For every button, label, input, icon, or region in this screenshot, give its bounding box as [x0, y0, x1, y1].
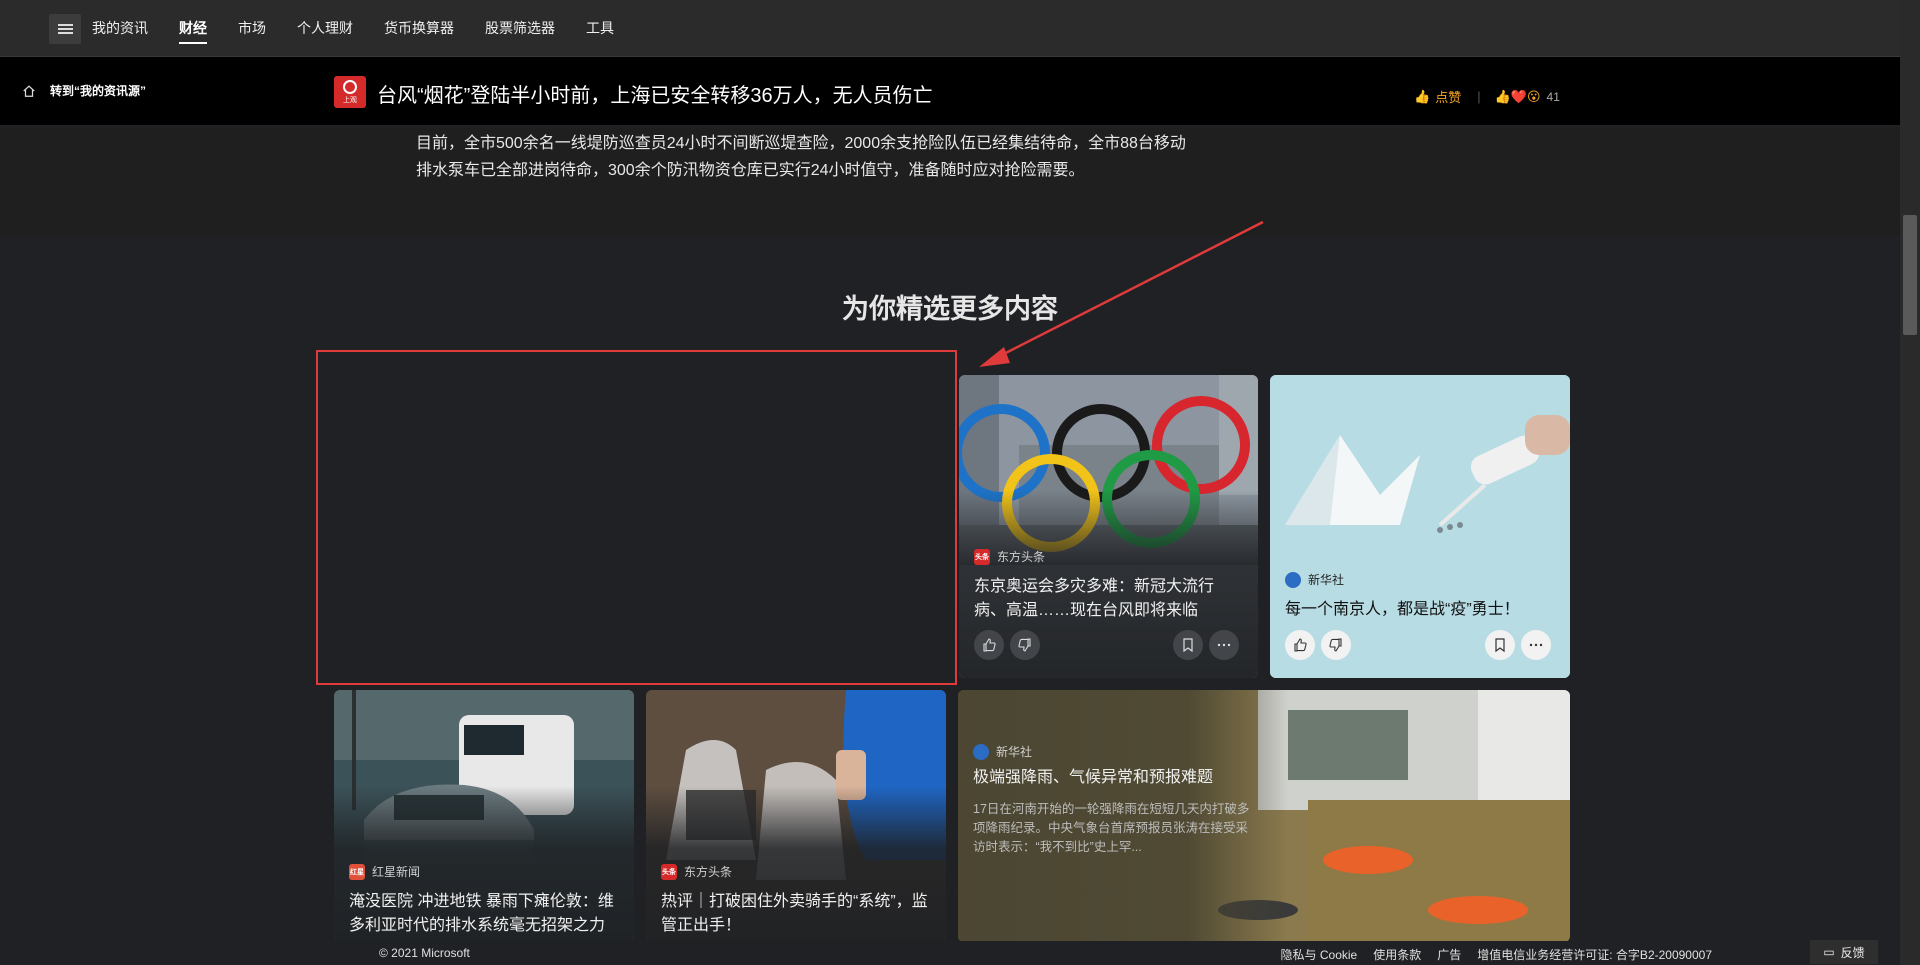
footer-links: 隐私与 Cookie 使用条款 广告 增值电信业务经营许可证: 合字B2-200… — [1281, 946, 1712, 963]
card-title: 每一个南京人，都是战“疫”勇士！ — [1285, 601, 1520, 618]
copyright: © 2021 Microsoft — [379, 946, 470, 960]
source-name: 新华社 — [996, 745, 1033, 759]
card-title: 极端强降雨、气候异常和预报难题 — [973, 769, 1214, 786]
scrollbar-thumb[interactable] — [1903, 215, 1917, 335]
news-card[interactable]: 新华社 每一个南京人，都是战“疫”勇士！ — [1270, 375, 1570, 678]
source-name: 红星新闻 — [372, 865, 421, 879]
more-options-icon[interactable] — [1209, 630, 1239, 660]
xinhua-logo — [1285, 571, 1301, 588]
ads-link[interactable]: 广告 — [1437, 946, 1461, 963]
source-name: 新华社 — [1308, 573, 1345, 587]
annotation-arrow — [979, 220, 1264, 367]
more-options-icon[interactable] — [1521, 630, 1551, 660]
license-link[interactable]: 增值电信业务经营许可证: 合字B2-20090007 — [1477, 946, 1712, 963]
news-card[interactable]: 新华社 极端强降雨、气候异常和预报难题 17日在河南开始的一轮强降雨在短短几天内… — [958, 690, 1570, 942]
source-logo: 红星 — [349, 863, 365, 880]
scrollbar-track[interactable] — [1900, 0, 1920, 965]
card-source: 新华社 — [973, 743, 1032, 760]
news-card[interactable]: 头条 东方头条 东京奥运会多灾多难：新冠大流行病、高温……现在台风即将来临 — [959, 375, 1258, 678]
card-title: 淹没医院 冲进地铁 暴雨下瘫伦敦：维多利亚时代的排水系统毫无招架之力 — [349, 893, 614, 934]
card-title: 东京奥运会多灾多难：新冠大流行病、高温……现在台风即将来临 — [974, 578, 1215, 619]
news-card[interactable]: 头条 东方头条 热评｜打破困住外卖骑手的“系统”，监管正出手！ — [646, 690, 946, 942]
bookmark-icon[interactable] — [1485, 630, 1515, 660]
feedback-button[interactable]: ▭ 反馈 — [1810, 940, 1878, 964]
like-icon[interactable] — [974, 630, 1004, 660]
card-source: 头条 东方头条 — [974, 548, 1045, 565]
dislike-icon[interactable] — [1321, 630, 1351, 660]
card-actions — [974, 630, 1046, 660]
source-name: 东方头条 — [997, 550, 1046, 564]
feedback-label: 反馈 — [1840, 945, 1865, 960]
xinhua-logo — [973, 743, 989, 760]
source-logo: 头条 — [974, 548, 990, 565]
card-source: 新华社 — [1285, 571, 1344, 588]
card-actions-right — [1485, 630, 1557, 660]
like-icon[interactable] — [1285, 630, 1315, 660]
card-source: 红星 红星新闻 — [349, 863, 420, 880]
dislike-icon[interactable] — [1010, 630, 1040, 660]
feedback-icon: ▭ — [1823, 945, 1835, 959]
card-actions — [1285, 630, 1357, 660]
news-card[interactable]: 红星 红星新闻 淹没医院 冲进地铁 暴雨下瘫伦敦：维多利亚时代的排水系统毫无招架… — [334, 690, 634, 942]
footer: © 2021 Microsoft 隐私与 Cookie 使用条款 广告 增值电信… — [334, 941, 1900, 965]
card-source: 头条 东方头条 — [661, 863, 732, 880]
source-name: 东方头条 — [684, 865, 733, 879]
card-description: 17日在河南开始的一轮强降雨在短短几天内打破多项降雨纪录。中央气象台首席预报员张… — [973, 802, 1250, 854]
source-logo: 头条 — [661, 863, 677, 880]
card-actions-right — [1173, 630, 1245, 660]
card-title: 热评｜打破困住外卖骑手的“系统”，监管正出手！ — [661, 893, 928, 934]
privacy-link[interactable]: 隐私与 Cookie — [1281, 946, 1358, 963]
terms-link[interactable]: 使用条款 — [1373, 946, 1421, 963]
bookmark-icon[interactable] — [1173, 630, 1203, 660]
